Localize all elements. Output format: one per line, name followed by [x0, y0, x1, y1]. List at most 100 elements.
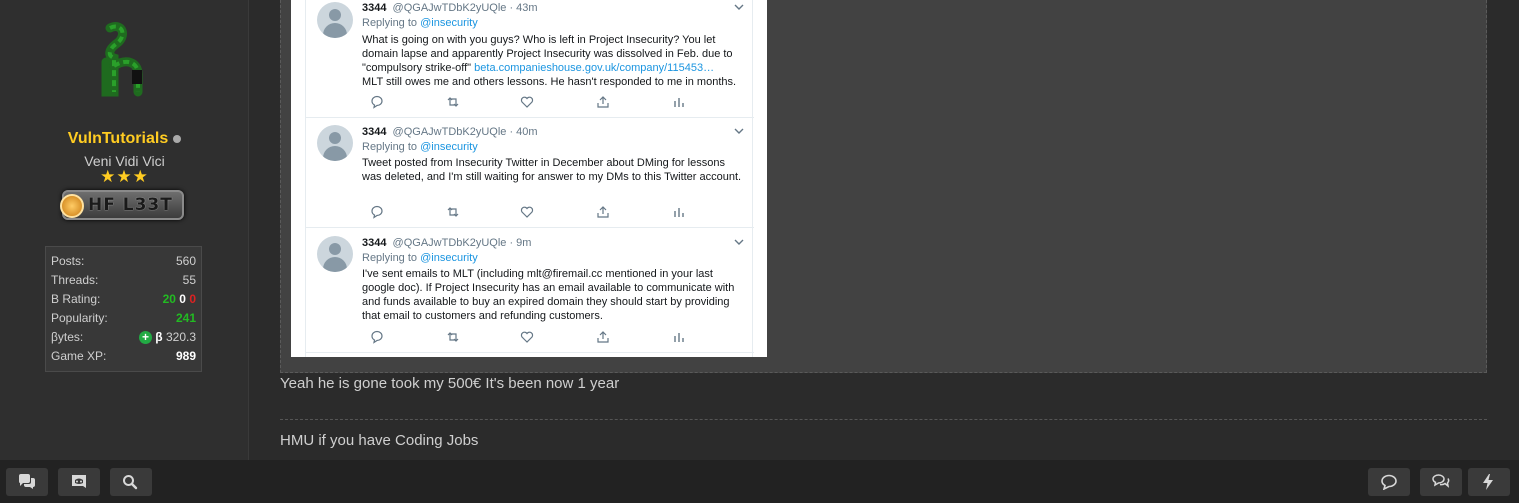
tweet-actions — [362, 330, 692, 344]
stat-label: Threads: — [51, 273, 99, 287]
comment-button[interactable] — [1368, 468, 1410, 496]
user-stars: ★★★ — [100, 167, 149, 186]
username-text[interactable]: VulnTutorials — [68, 130, 168, 147]
tweet-handle: @QGAJwTDbK2yUQle · 43m — [392, 2, 538, 14]
conversations-button[interactable] — [1420, 468, 1462, 496]
retweet-icon — [447, 207, 459, 217]
like-icon — [520, 206, 534, 218]
tweet-author-name: 3344 — [362, 2, 387, 14]
stat-label: Game XP: — [51, 349, 107, 363]
letter-h-avatar-icon — [101, 22, 143, 97]
activity-button[interactable] — [1468, 468, 1510, 496]
replying-label: Replying to — [362, 252, 418, 264]
tweet-replying-to: Replying to @insecurity — [362, 141, 478, 153]
bottom-toolbar — [0, 460, 1519, 503]
retweet-icon — [447, 332, 459, 342]
b-rating-positive: 20 — [162, 292, 176, 306]
share-icon — [597, 96, 609, 108]
tweet-item: 3344 @QGAJwTDbK2yUQle · 9m Replying to @… — [306, 228, 754, 353]
retweet-icon — [447, 97, 459, 107]
tweet-author-name: 3344 — [362, 126, 387, 138]
reply-to-handle: @insecurity — [420, 252, 478, 264]
share-icon — [597, 206, 609, 218]
chat-button[interactable] — [6, 468, 48, 496]
status-dot-icon — [173, 134, 182, 143]
stat-label: B Rating: — [51, 292, 101, 306]
stat-game-xp: Game XP: 989 — [51, 347, 196, 366]
like-icon — [520, 96, 534, 108]
user-info-panel: VulnTutorials Veni Vidi Vici ★★★ HF L33T… — [0, 0, 249, 460]
stat-value[interactable]: 55 — [183, 271, 196, 290]
tweet-replying-to: Replying to @insecurity — [362, 252, 478, 264]
tweet-header: 3344 @QGAJwTDbK2yUQle · 43m — [362, 2, 538, 14]
tweet-text: What is going on with you guys? Who is l… — [362, 33, 746, 89]
bytes-plus-icon[interactable]: + — [138, 331, 152, 345]
tweet-header: 3344 @QGAJwTDbK2yUQle · 40m — [362, 126, 538, 138]
discord-icon — [72, 475, 86, 488]
tweet-body: I've sent emails to MLT (including mlt@f… — [362, 268, 735, 322]
stat-value[interactable]: 560 — [176, 252, 196, 271]
signature-divider — [280, 419, 1487, 420]
tweet-item: 3344 @QGAJwTDbK2yUQle · 40m Replying to … — [306, 118, 754, 228]
lightning-icon — [1483, 474, 1493, 490]
tweet-screenshot-image[interactable]: 3344 @QGAJwTDbK2yUQle · 43m Replying to … — [291, 0, 767, 357]
rank-badge-label: HF L33T — [88, 195, 173, 215]
tweet-replying-to: Replying to @insecurity — [362, 17, 478, 29]
chevron-down-icon — [734, 2, 744, 12]
analytics-icon — [674, 98, 684, 107]
tweet-text: I've sent emails to MLT (including mlt@f… — [362, 267, 746, 323]
share-icon — [597, 331, 609, 343]
stat-label: βytes: — [51, 330, 84, 344]
b-rating-values[interactable]: 20 0 0 — [163, 290, 196, 309]
stat-threads: Threads: 55 — [51, 271, 196, 290]
bytes-symbol: β — [155, 330, 163, 344]
rank-badge: HF L33T — [60, 190, 184, 220]
user-stats-box: Posts: 560 Threads: 55 B Rating: 20 0 0 … — [45, 246, 202, 372]
coin-icon — [60, 194, 84, 218]
analytics-icon — [674, 333, 684, 342]
stat-value: 989 — [175, 349, 196, 363]
bytes-value-group: + β 320.3 — [138, 328, 196, 347]
username[interactable]: VulnTutorials — [0, 130, 249, 148]
discord-button[interactable] — [58, 468, 100, 496]
tweet-handle: @QGAJwTDbK2yUQle · 9m — [392, 237, 532, 249]
tweet-avatar — [317, 2, 353, 38]
chat-bubbles-icon — [19, 474, 35, 489]
chevron-down-icon — [734, 126, 744, 136]
forum-page: VulnTutorials Veni Vidi Vici ★★★ HF L33T… — [0, 0, 1519, 503]
post-message: Yeah he is gone took my 500€ It's been n… — [280, 375, 620, 392]
reply-to-handle: @insecurity — [420, 17, 478, 29]
stat-label: Popularity: — [51, 311, 108, 325]
tweet-actions — [362, 95, 692, 109]
reply-icon — [371, 330, 383, 344]
comment-icon — [1381, 474, 1397, 490]
stat-popularity: Popularity: 241 — [51, 309, 196, 328]
stat-value: 320.3 — [165, 330, 196, 344]
reply-to-handle: @insecurity — [420, 141, 478, 153]
stat-b-rating: B Rating: 20 0 0 — [51, 290, 196, 309]
b-rating-neutral: 0 — [179, 292, 186, 306]
stat-bytes: βytes: + β 320.3 — [51, 328, 196, 347]
search-button[interactable] — [110, 468, 152, 496]
tweet-text: Tweet posted from Insecurity Twitter in … — [362, 156, 746, 184]
chevron-down-icon — [734, 237, 744, 247]
tweet-item: 3344 @QGAJwTDbK2yUQle · 43m Replying to … — [306, 0, 754, 118]
reply-icon — [371, 95, 383, 109]
tweet-actions — [362, 205, 692, 219]
b-rating-negative: 0 — [189, 292, 196, 306]
like-icon — [520, 331, 534, 343]
reply-icon — [371, 205, 383, 219]
replying-label: Replying to — [362, 141, 418, 153]
analytics-icon — [674, 208, 684, 217]
tweet-avatar — [317, 125, 353, 161]
tweet-avatar — [317, 236, 353, 272]
user-avatar[interactable] — [92, 22, 152, 102]
stat-label: Posts: — [51, 254, 85, 268]
tweet-author-name: 3344 — [362, 237, 387, 249]
stat-posts: Posts: 560 — [51, 252, 196, 271]
tweet-body-2: MLT still owes me and others lessons. He… — [362, 76, 737, 88]
stat-value[interactable]: 241 — [176, 309, 196, 328]
search-icon — [123, 475, 138, 490]
tweet-body: Tweet posted from Insecurity Twitter in … — [362, 157, 742, 183]
post-signature: HMU if you have Coding Jobs — [280, 432, 479, 449]
